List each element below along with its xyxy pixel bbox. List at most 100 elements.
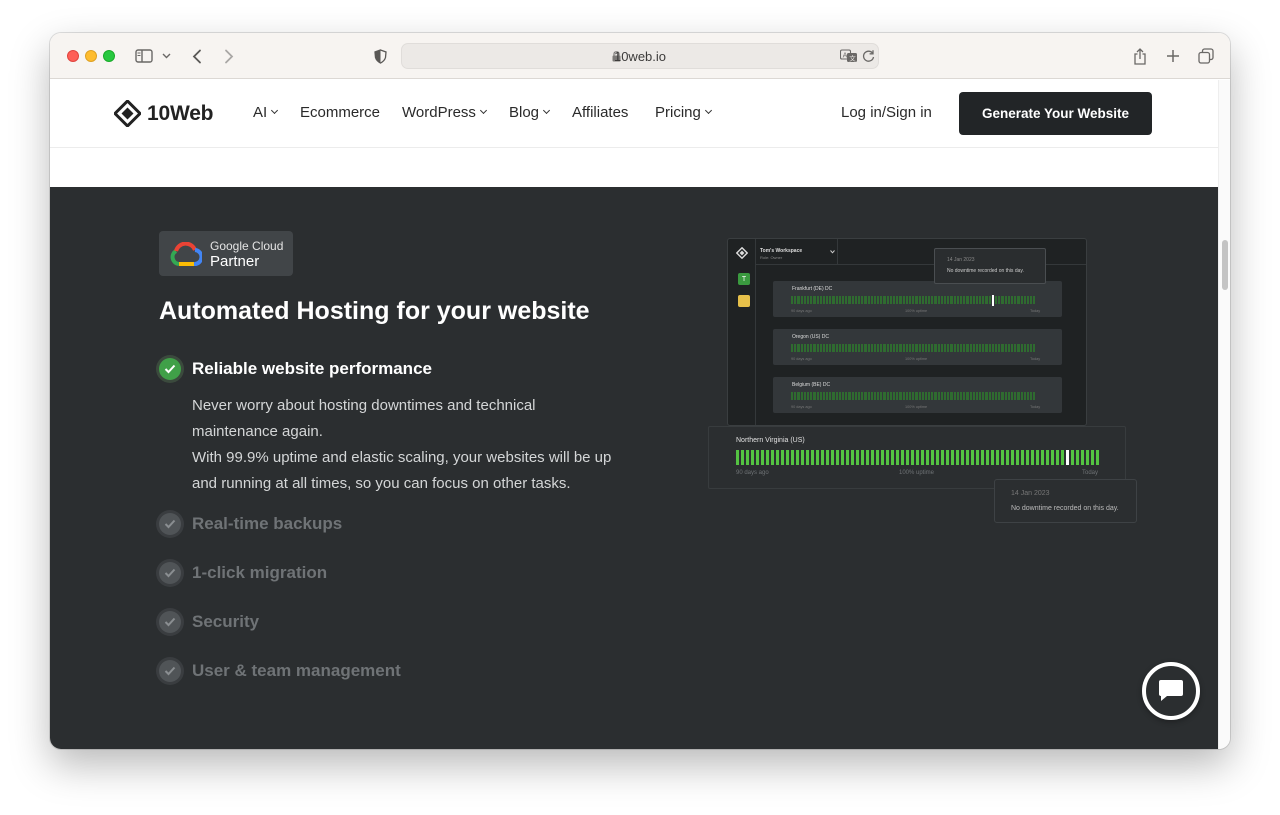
nav-item-affiliates[interactable]: Affiliates — [572, 104, 628, 121]
card-foot-right: Today — [1030, 357, 1041, 361]
close-window-button[interactable] — [67, 50, 79, 62]
nav-item-ecommerce[interactable]: Ecommerce — [300, 104, 380, 121]
card-foot-right: Today — [1030, 309, 1041, 313]
back-icon[interactable] — [188, 45, 206, 67]
uptime-bar — [832, 296, 835, 304]
nav-item-wordpress[interactable]: WordPress — [402, 104, 487, 121]
site-logo[interactable]: 10Web — [114, 100, 214, 127]
uptime-bar — [991, 344, 994, 352]
uptime-bar — [905, 392, 908, 400]
uptime-bar — [821, 450, 824, 465]
nav-item-label: Blog — [509, 104, 540, 121]
check-icon — [159, 611, 181, 633]
new-tab-icon[interactable] — [1163, 45, 1183, 67]
uptime-bar — [886, 344, 889, 352]
uptime-bar — [996, 450, 999, 465]
uptime-bar — [1017, 344, 1020, 352]
card-foot-left: 90 days ago — [736, 470, 769, 476]
uptime-bar — [811, 450, 814, 465]
uptime-bar — [921, 296, 924, 304]
uptime-tooltip: 14 Jan 2023 No downtime recorded on this… — [994, 479, 1137, 523]
generate-website-button[interactable]: Generate Your Website — [959, 92, 1152, 135]
nav-item-pricing[interactable]: Pricing — [655, 104, 712, 121]
uptime-bar — [982, 296, 985, 304]
google-cloud-partner-badge: Google Cloud Partner — [159, 231, 293, 276]
zoom-window-button[interactable] — [103, 50, 115, 62]
uptime-bar — [1007, 392, 1010, 400]
card-foot-left: 90 days ago — [791, 309, 812, 313]
chat-button[interactable] — [1142, 662, 1200, 720]
uptime-bar — [806, 344, 810, 352]
uptime-bar — [1023, 392, 1026, 400]
uptime-bar — [1006, 450, 1009, 465]
uptime-bar — [886, 450, 889, 465]
uptime-bar — [831, 450, 834, 465]
address-bar[interactable]: 10web.io A文 — [401, 43, 879, 69]
feature-label: Security — [192, 612, 260, 631]
uptime-bar — [1014, 296, 1017, 304]
uptime-bar — [921, 392, 924, 400]
feature-user-team-management[interactable]: User & team management — [159, 660, 401, 682]
uptime-bar — [800, 344, 803, 352]
uptime-bar — [995, 296, 998, 304]
translate-icon[interactable]: A文 — [839, 49, 858, 68]
uptime-bar — [838, 392, 841, 400]
url-text: 10web.io — [613, 49, 667, 64]
uptime-bar — [988, 392, 991, 400]
uptime-bar — [915, 296, 918, 304]
uptime-bar — [905, 296, 908, 304]
uptime-bar — [876, 450, 879, 465]
uptime-bar — [908, 392, 912, 400]
nav-item-blog[interactable]: Blog — [509, 104, 551, 121]
uptime-bar — [842, 344, 845, 352]
uptime-bar — [864, 392, 867, 400]
uptime-bar — [950, 296, 953, 304]
uptime-bar — [918, 296, 921, 304]
uptime-bar — [1066, 450, 1069, 465]
uptime-bar — [835, 392, 838, 400]
reload-icon[interactable] — [862, 49, 875, 68]
uptime-bar — [975, 344, 979, 352]
uptime-bar — [1017, 392, 1020, 400]
uptime-bar — [800, 392, 803, 400]
feature-reliable-performance[interactable]: Reliable website performance — [159, 358, 432, 380]
uptime-bar — [902, 392, 905, 400]
uptime-bar — [794, 296, 797, 304]
minimize-window-button[interactable] — [85, 50, 97, 62]
uptime-bar — [1004, 344, 1007, 352]
uptime-bar — [937, 392, 940, 400]
uptime-bar — [937, 296, 940, 304]
tooltip-text: No downtime recorded on this day. — [1011, 505, 1119, 512]
uptime-bar — [867, 392, 870, 400]
scrollbar-thumb[interactable] — [1222, 240, 1228, 290]
feature-security[interactable]: Security — [159, 611, 259, 633]
uptime-bar — [741, 450, 744, 465]
feature-realtime-backups[interactable]: Real-time backups — [159, 513, 342, 535]
feature-one-click-migration[interactable]: 1-click migration — [159, 562, 327, 584]
uptime-bar — [950, 344, 953, 352]
forward-icon[interactable] — [220, 45, 238, 67]
uptime-bar — [803, 392, 806, 400]
nav-item-ai[interactable]: AI — [253, 104, 279, 121]
uptime-bar — [951, 450, 954, 465]
uptime-bar — [944, 344, 947, 352]
tabs-icon[interactable] — [1196, 45, 1216, 67]
uptime-bar — [902, 296, 905, 304]
login-link[interactable]: Log in/Sign in — [841, 104, 932, 121]
datacenter-title: Belgium (BE) DC — [792, 382, 831, 388]
uptime-bar — [969, 392, 972, 400]
browser-window: 10web.io A文 10Web AI Ecommerce WordPress… — [50, 33, 1230, 749]
uptime-bar — [906, 450, 909, 465]
uptime-bar — [810, 296, 813, 304]
page-scrollbar[interactable] — [1218, 80, 1230, 749]
share-icon[interactable] — [1130, 45, 1150, 67]
uptime-bar — [851, 344, 854, 352]
chevron-down-icon[interactable] — [160, 45, 172, 67]
uptime-bar — [781, 450, 784, 465]
uptime-bar — [1026, 392, 1030, 400]
shield-icon[interactable] — [371, 45, 389, 67]
sidebar-icon[interactable] — [134, 45, 154, 67]
uptime-bar — [845, 392, 848, 400]
uptime-bar — [810, 392, 813, 400]
uptime-bar — [736, 450, 739, 465]
